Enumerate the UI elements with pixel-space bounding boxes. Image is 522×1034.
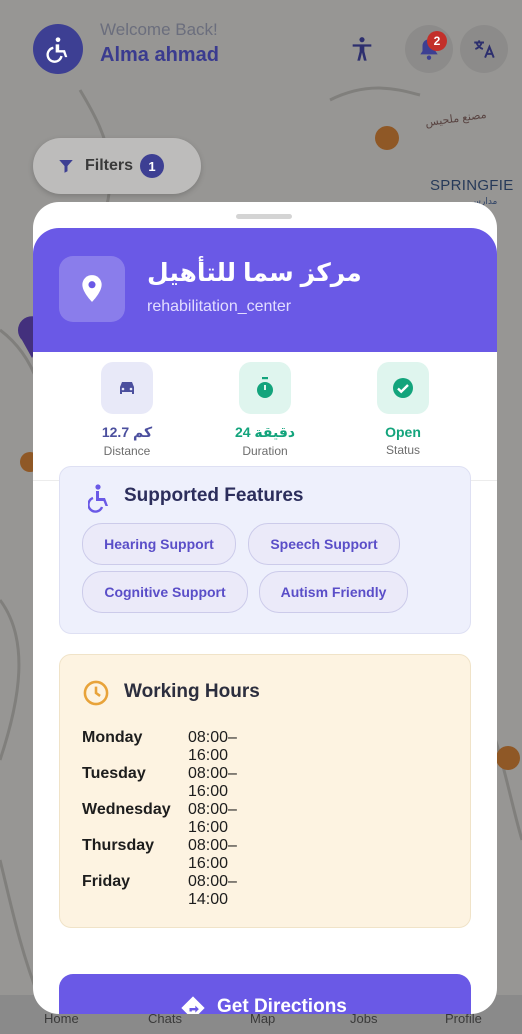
working-hours-card: Working Hours Monday 08:00–16:00 Tuesday…: [59, 654, 471, 928]
notifications-button[interactable]: 2: [405, 25, 453, 73]
hours-day: Tuesday: [82, 765, 146, 782]
hours-day: Friday: [82, 873, 131, 890]
location-pin-icon: [82, 275, 102, 302]
supported-features-card: Supported Features Hearing Support Speec…: [59, 466, 471, 634]
place-name: مركز سما للتأهيل: [147, 259, 362, 287]
location-tile: [59, 256, 125, 322]
place-category: rehabilitation_center: [147, 298, 292, 315]
stat-tile: [101, 362, 153, 414]
welcome-text: Welcome Back!: [100, 20, 218, 39]
accessibility-icon: [352, 37, 372, 61]
place-details-sheet: مركز سما للتأهيل rehabilitation_center 1…: [33, 202, 497, 1014]
stat-distance: 12.7 كم Distance: [67, 362, 187, 458]
filters-button[interactable]: Filters 1: [33, 138, 201, 194]
get-directions-button[interactable]: Get Directions: [59, 974, 471, 1014]
timer-icon: [257, 377, 273, 398]
hours-time: 08:00–16:00: [188, 765, 237, 800]
status-label: Status: [385, 443, 421, 457]
hours-time: 08:00–16:00: [188, 837, 237, 872]
translate-icon: [474, 40, 495, 59]
hours-day: Wednesday: [82, 801, 171, 818]
status-value: Open: [385, 424, 421, 440]
trip-stats: 12.7 كم Distance 24 دقيقة Duration Open …: [33, 352, 497, 481]
filters-label: Filters: [85, 157, 134, 174]
clock-icon: [83, 680, 109, 706]
avatar[interactable]: [33, 24, 83, 74]
feature-chip: Autism Friendly: [259, 571, 408, 613]
distance-value: 12.7 كم: [101, 424, 153, 440]
stat-status: Open Status: [343, 362, 463, 457]
feature-chip: Speech Support: [248, 523, 400, 565]
user-name: Alma ahmad: [100, 44, 219, 66]
hours-day: Thursday: [82, 837, 155, 854]
stat-duration: 24 دقيقة Duration: [205, 362, 325, 458]
car-icon: [120, 382, 134, 394]
wheelchair-icon: [88, 484, 108, 513]
hours-time: 08:00–16:00: [188, 729, 237, 764]
distance-label: Distance: [103, 444, 151, 458]
check-circle-icon: [393, 378, 413, 398]
drag-handle[interactable]: [236, 214, 292, 219]
directions-icon: [181, 996, 205, 1014]
hours-day: Monday: [82, 729, 143, 746]
features-title: Supported Features: [124, 485, 304, 506]
get-directions-label: Get Directions: [217, 996, 347, 1014]
feature-chip: Cognitive Support: [82, 571, 248, 613]
place-header-card: مركز سما للتأهيل rehabilitation_center: [33, 228, 497, 353]
notification-badge: 2: [427, 31, 447, 51]
stat-tile: [377, 362, 429, 414]
hours-time: 08:00–16:00: [188, 801, 237, 836]
translate-button[interactable]: [460, 25, 508, 73]
working-hours-title: Working Hours: [124, 681, 260, 702]
duration-value: 24 دقيقة: [234, 424, 296, 440]
hours-time: 08:00–14:00: [188, 873, 237, 908]
feature-chip: Hearing Support: [82, 523, 236, 565]
app-header: Welcome Back! Alma ahmad 2: [0, 0, 522, 92]
wheelchair-icon: [46, 37, 68, 63]
accessibility-button[interactable]: [338, 25, 386, 73]
filter-icon: [59, 160, 73, 173]
duration-label: Duration: [242, 444, 288, 458]
stat-tile: [239, 362, 291, 414]
filters-count-badge: 1: [140, 154, 165, 178]
